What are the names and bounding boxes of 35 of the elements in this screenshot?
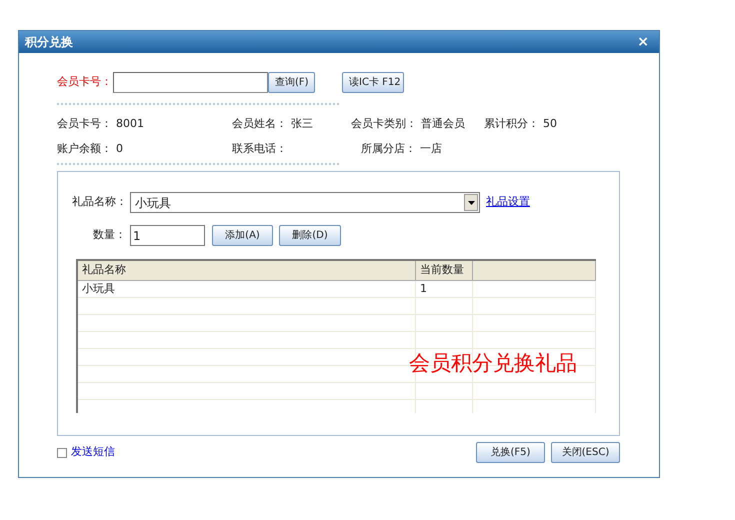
- annotation-caption: 会员积分兑换礼品: [409, 350, 577, 377]
- sms-checkbox[interactable]: [57, 448, 67, 458]
- info-label: 所属分店：: [361, 140, 416, 157]
- info-value: 8001: [116, 116, 144, 132]
- info-label: 会员姓名：: [232, 116, 287, 132]
- quantity-input[interactable]: 1: [130, 225, 205, 246]
- card-number-label: 会员卡号：: [57, 74, 113, 90]
- close-dialog-button[interactable]: 关闭(ESC): [551, 442, 620, 463]
- gift-settings-link[interactable]: 礼品设置: [486, 194, 530, 211]
- add-button[interactable]: 添加(A): [212, 225, 273, 246]
- query-button[interactable]: 查询(F): [268, 72, 315, 92]
- column-header: 礼品名称: [78, 261, 416, 280]
- window-title: 积分兑换: [25, 34, 73, 51]
- info-value: 0: [116, 140, 123, 157]
- info-value: 一店: [420, 140, 442, 157]
- card-number-input[interactable]: [113, 72, 268, 92]
- info-label: 账户余额：: [57, 140, 112, 157]
- info-label: 会员卡类别：: [351, 116, 417, 132]
- info-label: 联系电话：: [232, 140, 287, 157]
- info-value: 张三: [291, 116, 313, 132]
- quantity-label: 数量：: [92, 227, 126, 244]
- send-sms-label[interactable]: 发送短信: [71, 444, 115, 461]
- gift-name-dropdown[interactable]: 小玩具: [130, 192, 480, 213]
- info-value: 普通会员: [421, 116, 465, 132]
- close-button[interactable]: ×: [633, 35, 653, 49]
- read-ic-card-button[interactable]: 读IC卡 F12: [342, 72, 404, 92]
- table-cell: 1: [416, 281, 473, 297]
- table-cell: 小玩具: [78, 281, 416, 297]
- exchange-button[interactable]: 兑换(F5): [476, 442, 545, 463]
- delete-button[interactable]: 删除(D): [279, 225, 341, 246]
- info-value: 50: [543, 116, 557, 132]
- column-header: 当前数量: [416, 261, 473, 280]
- info-label: 会员卡号：: [57, 116, 112, 132]
- info-label: 累计积分：: [484, 116, 539, 132]
- gift-name-label: 礼品名称：: [72, 194, 126, 210]
